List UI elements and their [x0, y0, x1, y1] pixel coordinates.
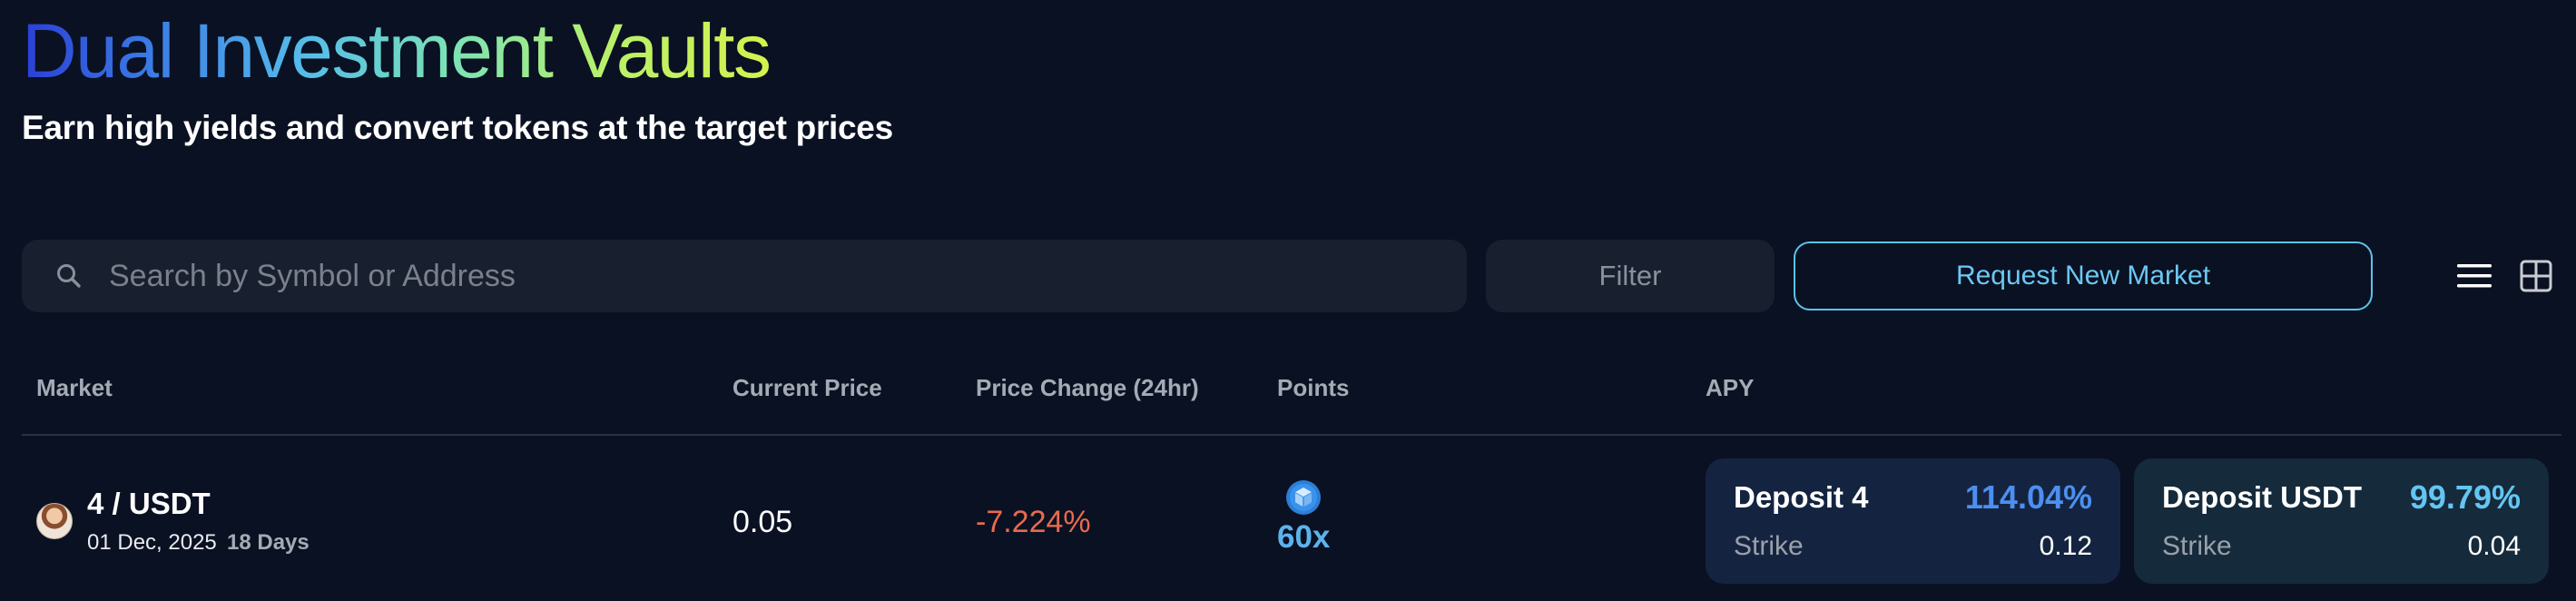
points-multiplier: 60x	[1277, 519, 1331, 555]
search-bar[interactable]	[22, 240, 1467, 312]
apy-card-label: Deposit 4	[1734, 480, 1869, 514]
apy-value: 114.04%	[1964, 478, 2092, 516]
strike-label: Strike	[2162, 531, 2232, 561]
column-header-points: Points	[1277, 374, 1350, 401]
strike-value: 0.04	[2467, 531, 2521, 561]
list-view-icon[interactable]	[2456, 258, 2492, 294]
page-subtitle: Earn high yields and convert tokens at t…	[22, 109, 893, 146]
request-new-market-button[interactable]: Request New Market	[1794, 241, 2373, 310]
current-price: 0.05	[732, 505, 793, 539]
market-pair: 4 / USDT	[87, 487, 211, 520]
column-header-current-price: Current Price	[732, 374, 882, 401]
page-title: Dual Investment Vaults	[22, 5, 772, 97]
apy-card-deposit-4[interactable]: Deposit 4 114.04% Strike 0.12	[1706, 458, 2120, 584]
grid-view-icon[interactable]	[2518, 258, 2554, 294]
column-header-price-change: Price Change (24hr)	[976, 374, 1199, 401]
cube-icon	[1285, 479, 1322, 516]
filter-button[interactable]: Filter	[1486, 240, 1775, 312]
strike-label: Strike	[1734, 531, 1804, 561]
price-change: -7.224%	[976, 505, 1091, 539]
days-remaining: 18 Days	[227, 530, 310, 555]
apy-card-deposit-usdt[interactable]: Deposit USDT 99.79% Strike 0.04	[2134, 458, 2549, 584]
search-icon	[53, 260, 85, 292]
apy-value: 99.79%	[2409, 478, 2521, 516]
table-divider	[22, 434, 2561, 436]
column-header-apy: APY	[1706, 374, 1755, 401]
apy-card-label: Deposit USDT	[2162, 480, 2363, 514]
expiry-date: 01 Dec, 2025	[87, 530, 217, 555]
strike-value: 0.12	[2039, 531, 2092, 561]
search-input[interactable]	[109, 249, 1467, 303]
column-header-market: Market	[36, 374, 113, 401]
avatar	[36, 503, 73, 539]
